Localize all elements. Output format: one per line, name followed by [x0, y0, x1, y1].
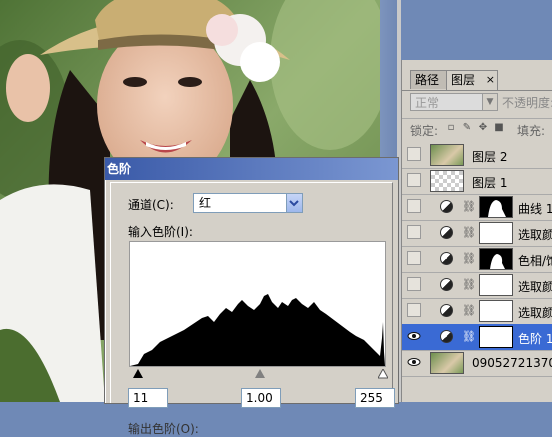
visibility-toggle[interactable]: [407, 199, 421, 213]
adjustment-layer-icon: [440, 330, 453, 343]
fill-label: 填充:: [517, 124, 546, 138]
link-icon[interactable]: ⛓: [462, 330, 476, 344]
layer-row[interactable]: ⛓ 选取颜: [402, 272, 552, 299]
layer-row[interactable]: ⛓ 选取颜: [402, 220, 552, 247]
layer-row[interactable]: ⛓ 曲线 1: [402, 194, 552, 221]
white-point-handle-icon[interactable]: [378, 369, 388, 379]
tab-layers[interactable]: 图层 ×: [446, 70, 498, 90]
channel-value: 红: [199, 196, 212, 210]
layer-name: 选取颜: [518, 306, 552, 320]
lock-transparency-icon[interactable]: ▫: [446, 123, 456, 133]
opacity-label: 不透明度:: [502, 96, 552, 110]
layer-name: 曲线 1: [518, 202, 552, 216]
layer-name: 09052721370983: [472, 356, 552, 370]
levels-dialog: 色阶 通道(C): 红 输入色阶(I): 11 1.00 255 输出色阶(O)…: [104, 157, 399, 436]
layer-row[interactable]: ⛓ 选取颜: [402, 298, 552, 325]
eye-icon[interactable]: [407, 355, 421, 369]
lock-label: 锁定:: [410, 124, 439, 138]
adjustment-layer-icon: [440, 226, 453, 239]
adjustment-layer-icon: [440, 278, 453, 291]
layer-row[interactable]: 09052721370983: [402, 350, 552, 377]
close-icon[interactable]: ×: [486, 71, 495, 89]
layer-thumbnail: [430, 144, 464, 166]
layer-name: 选取颜: [518, 280, 552, 294]
blend-mode-select[interactable]: 正常 ▼: [410, 93, 498, 111]
link-icon[interactable]: ⛓: [462, 200, 476, 214]
chevron-down-icon[interactable]: [286, 194, 302, 212]
adjustment-layer-icon: [440, 252, 453, 265]
layer-row-selected[interactable]: ⛓ 色阶 1: [402, 324, 552, 351]
chevron-down-icon[interactable]: ▼: [482, 94, 497, 110]
link-icon[interactable]: ⛓: [462, 226, 476, 240]
input-gamma-field[interactable]: 1.00: [241, 388, 281, 408]
blend-row: 正常 ▼ 不透明度:: [402, 93, 552, 113]
panel-tabs: 路径 图层 ×: [402, 68, 552, 91]
link-icon[interactable]: ⛓: [462, 278, 476, 292]
layer-mask-thumbnail[interactable]: [479, 196, 513, 218]
visibility-toggle[interactable]: [407, 225, 421, 239]
visibility-toggle[interactable]: [407, 173, 421, 187]
layer-row[interactable]: ⛓ 色相/饱: [402, 246, 552, 273]
lock-row: 锁定: ▫ ✎ ✥ ■ 填充:: [402, 118, 552, 139]
histogram-graph: [130, 294, 385, 366]
layer-thumbnail: [430, 352, 464, 374]
layer-list: 图层 2 图层 1 ⛓ 曲线 1 ⛓ 选取颜 ⛓ 色相/ ⛓ 选取颜 ⛓ 选取颜…: [402, 142, 552, 402]
layers-panel: 路径 图层 × 正常 ▼ 不透明度: 锁定: ▫ ✎ ✥ ■ 填充: 图层 2 …: [401, 60, 552, 402]
layer-row[interactable]: 图层 1: [402, 168, 552, 195]
mask-silhouette-icon: [490, 254, 505, 269]
layer-thumbnail: [430, 170, 464, 192]
input-levels-label: 输入色阶(I):: [128, 225, 193, 239]
lock-all-icon[interactable]: ■: [494, 123, 504, 133]
layer-mask-thumbnail[interactable]: [479, 300, 513, 322]
layer-mask-thumbnail[interactable]: [479, 222, 513, 244]
layer-row[interactable]: 图层 2: [402, 142, 552, 169]
visibility-toggle[interactable]: [407, 277, 421, 291]
visibility-toggle[interactable]: [407, 251, 421, 265]
lock-move-icon[interactable]: ✥: [478, 123, 488, 133]
layer-mask-thumbnail[interactable]: [479, 248, 513, 270]
link-icon[interactable]: ⛓: [462, 304, 476, 318]
layer-name: 图层 1: [472, 176, 508, 190]
adjustment-layer-icon: [440, 200, 453, 213]
input-black-field[interactable]: 11: [128, 388, 168, 408]
layer-mask-thumbnail[interactable]: [479, 274, 513, 296]
layer-name: 图层 2: [472, 150, 508, 164]
layer-name: 色相/饱: [518, 254, 552, 268]
black-point-handle-icon[interactable]: [133, 369, 143, 379]
input-slider[interactable]: [133, 369, 388, 381]
adjustment-layer-icon: [440, 304, 453, 317]
visibility-toggle[interactable]: [407, 147, 421, 161]
eye-icon[interactable]: [407, 329, 421, 343]
channel-label: 通道(C):: [128, 198, 174, 212]
blend-mode-value: 正常: [415, 96, 440, 110]
input-white-field[interactable]: 255: [355, 388, 395, 408]
mask-silhouette-icon: [488, 200, 506, 217]
tab-layers-label: 图层: [451, 73, 476, 87]
layer-name: 选取颜: [518, 228, 552, 242]
lock-brush-icon[interactable]: ✎: [462, 123, 472, 133]
histogram: [129, 241, 386, 367]
link-icon[interactable]: ⛓: [462, 252, 476, 266]
output-levels-label: 输出色阶(O):: [128, 422, 199, 436]
dialog-title[interactable]: 色阶: [105, 158, 398, 180]
visibility-toggle[interactable]: [407, 303, 421, 317]
layer-name: 色阶 1: [518, 332, 552, 346]
layer-mask-thumbnail[interactable]: [479, 326, 513, 348]
channel-select[interactable]: 红: [193, 193, 303, 213]
gamma-handle-icon[interactable]: [255, 369, 265, 379]
dialog-body: 通道(C): 红 输入色阶(I): 11 1.00 255 输出色阶(O):: [110, 182, 395, 436]
